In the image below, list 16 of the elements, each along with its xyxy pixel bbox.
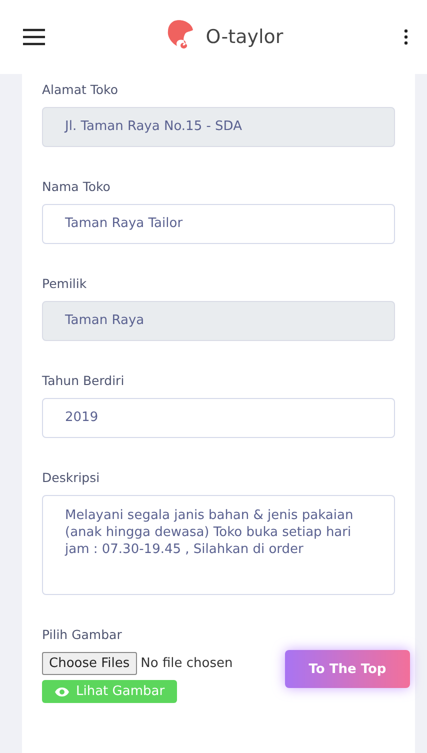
menu-icon[interactable] — [22, 28, 46, 46]
field-label: Alamat Toko — [42, 81, 119, 97]
field-label: Pemilik — [42, 275, 88, 291]
to-the-top-button[interactable]: To The Top — [285, 650, 410, 688]
input-field[interactable]: 2019 — [42, 398, 395, 438]
more-options-icon[interactable] — [403, 28, 409, 46]
eye-icon — [54, 686, 70, 698]
input-field[interactable]: Taman Raya Tailor — [42, 204, 395, 244]
textarea-field[interactable]: Melayani segala janis bahan & jenis pakaian (anak hingga dewasa) Toko buka setiap hari jam : 07.30-19.45 , Silahkan di order — [42, 495, 395, 595]
field-label: Nama Toko — [42, 178, 112, 194]
field-label: Deskripsi — [42, 469, 101, 485]
field-label: Pilih Gambar — [42, 626, 123, 642]
app-title: O-taylor — [206, 26, 284, 48]
field-label: Tahun Berdiri — [42, 372, 126, 388]
file-status-text: No file chosen — [140, 656, 233, 671]
choose-files-button[interactable]: Choose Files — [42, 652, 137, 675]
